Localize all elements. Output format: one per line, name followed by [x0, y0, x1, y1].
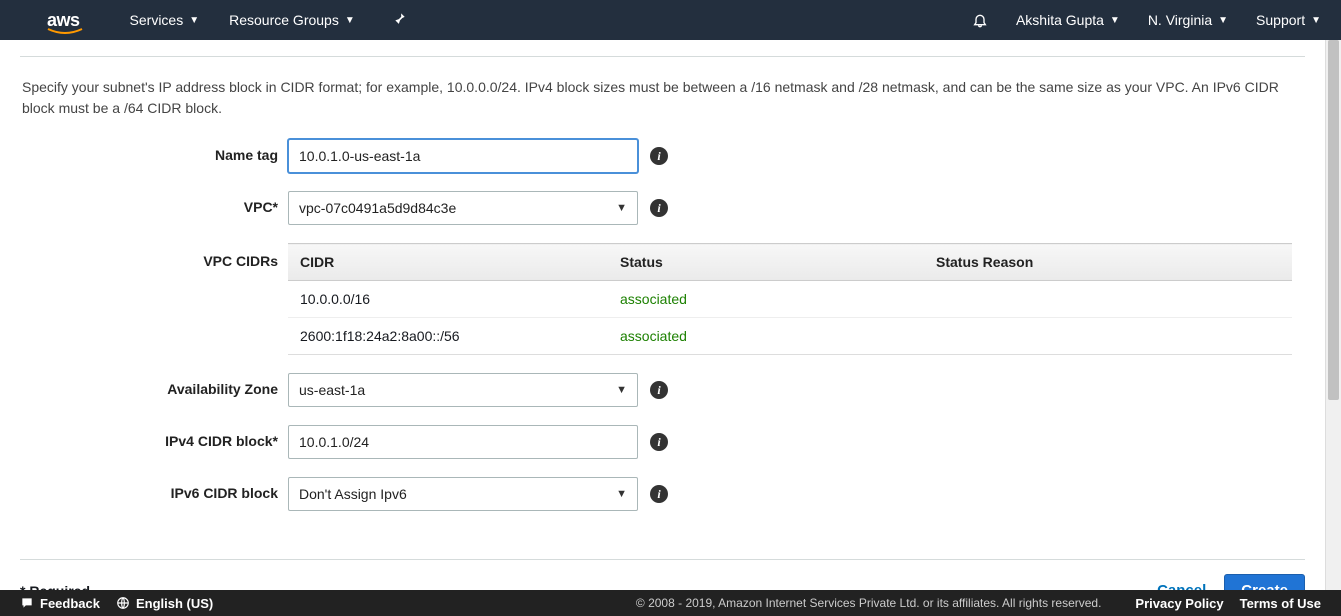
- feedback-link[interactable]: Feedback: [20, 596, 100, 611]
- th-status: Status: [608, 244, 924, 281]
- status-cell: associated: [608, 281, 924, 318]
- terms-link[interactable]: Terms of Use: [1240, 596, 1321, 611]
- th-cidr: CIDR: [288, 244, 608, 281]
- table-row: 2600:1f18:24a2:8a00::/56 associated: [288, 318, 1292, 355]
- label-name-tag: Name tag: [20, 139, 288, 163]
- name-tag-input[interactable]: [288, 139, 638, 173]
- nav-support-label: Support: [1256, 12, 1305, 28]
- notifications-icon[interactable]: [972, 12, 988, 28]
- language-label: English (US): [136, 596, 213, 611]
- nav-user[interactable]: Akshita Gupta ▼: [1016, 12, 1120, 28]
- info-icon[interactable]: i: [650, 199, 668, 217]
- required-note: * Required: [20, 583, 90, 591]
- vpc-select-value: vpc-07c0491a5d9d84c3e: [299, 200, 456, 216]
- nav-region[interactable]: N. Virginia ▼: [1148, 12, 1228, 28]
- cidr-cell: 10.0.0.0/16: [288, 281, 608, 318]
- table-row: 10.0.0.0/16 associated: [288, 281, 1292, 318]
- info-icon[interactable]: i: [650, 147, 668, 165]
- main-content: Specify your subnet's IP address block i…: [0, 40, 1325, 590]
- az-select[interactable]: us-east-1a ▼: [288, 373, 638, 407]
- row-name-tag: Name tag i: [20, 139, 1305, 173]
- scrollbar-thumb[interactable]: [1328, 40, 1339, 400]
- pin-icon[interactable]: [393, 11, 407, 29]
- nav-resource-groups[interactable]: Resource Groups ▼: [229, 12, 355, 28]
- caret-down-icon: ▼: [1311, 15, 1321, 26]
- footer-bar: * Required Cancel Create: [20, 559, 1305, 590]
- nav-user-label: Akshita Gupta: [1016, 12, 1104, 28]
- ipv4-cidr-input[interactable]: [288, 425, 638, 459]
- nav-region-label: N. Virginia: [1148, 12, 1212, 28]
- bottom-bar: Feedback English (US) © 2008 - 2019, Ama…: [0, 590, 1341, 616]
- row-ipv6: IPv6 CIDR block Don't Assign Ipv6 ▼ i: [20, 477, 1305, 511]
- speech-bubble-icon: [20, 596, 34, 610]
- create-subnet-form: Name tag i VPC* vpc-07c0491a5d9d84c3e ▼ …: [0, 139, 1325, 559]
- nav-resource-groups-label: Resource Groups: [229, 12, 339, 28]
- top-nav: aws Services ▼ Resource Groups ▼ Akshita…: [0, 0, 1341, 40]
- aws-swoosh-icon: [47, 27, 83, 35]
- reason-cell: [924, 281, 1252, 318]
- feedback-label: Feedback: [40, 596, 100, 611]
- cidr-cell: 2600:1f18:24a2:8a00::/56: [288, 318, 608, 355]
- vertical-scrollbar[interactable]: [1325, 40, 1341, 590]
- label-ipv4: IPv4 CIDR block*: [20, 425, 288, 449]
- globe-icon: [116, 596, 130, 610]
- ipv6-select-value: Don't Assign Ipv6: [299, 486, 407, 502]
- nav-support[interactable]: Support ▼: [1256, 12, 1321, 28]
- ipv6-select[interactable]: Don't Assign Ipv6 ▼: [288, 477, 638, 511]
- caret-down-icon: ▼: [616, 202, 627, 214]
- caret-down-icon: ▼: [1110, 15, 1120, 26]
- th-reason: Status Reason: [924, 244, 1252, 281]
- row-az: Availability Zone us-east-1a ▼ i: [20, 373, 1305, 407]
- row-vpc-cidrs: VPC CIDRs CIDR Status Status Reason 10.0…: [20, 243, 1305, 355]
- vpc-select[interactable]: vpc-07c0491a5d9d84c3e ▼: [288, 191, 638, 225]
- create-button[interactable]: Create: [1224, 574, 1305, 590]
- reason-cell: [924, 318, 1252, 355]
- label-az: Availability Zone: [20, 373, 288, 397]
- label-ipv6: IPv6 CIDR block: [20, 477, 288, 501]
- nav-services-label: Services: [130, 12, 184, 28]
- description-text: Specify your subnet's IP address block i…: [0, 57, 1325, 139]
- row-ipv4: IPv4 CIDR block* i: [20, 425, 1305, 459]
- nav-services[interactable]: Services ▼: [130, 12, 200, 28]
- label-vpc: VPC*: [20, 191, 288, 215]
- th-spacer: [1252, 244, 1292, 281]
- language-selector[interactable]: English (US): [116, 596, 213, 611]
- az-select-value: us-east-1a: [299, 382, 365, 398]
- caret-down-icon: ▼: [616, 488, 627, 500]
- status-cell: associated: [608, 318, 924, 355]
- aws-logo[interactable]: aws: [47, 10, 80, 31]
- privacy-link[interactable]: Privacy Policy: [1135, 596, 1223, 611]
- cidr-table: CIDR Status Status Reason 10.0.0.0/16 as…: [288, 243, 1292, 355]
- caret-down-icon: ▼: [616, 384, 627, 396]
- caret-down-icon: ▼: [189, 15, 199, 26]
- copyright-text: © 2008 - 2019, Amazon Internet Services …: [636, 596, 1102, 610]
- caret-down-icon: ▼: [1218, 15, 1228, 26]
- info-icon[interactable]: i: [650, 381, 668, 399]
- cancel-button[interactable]: Cancel: [1157, 582, 1206, 590]
- row-vpc: VPC* vpc-07c0491a5d9d84c3e ▼ i: [20, 191, 1305, 225]
- info-icon[interactable]: i: [650, 485, 668, 503]
- caret-down-icon: ▼: [345, 15, 355, 26]
- label-vpc-cidrs: VPC CIDRs: [20, 243, 288, 269]
- info-icon[interactable]: i: [650, 433, 668, 451]
